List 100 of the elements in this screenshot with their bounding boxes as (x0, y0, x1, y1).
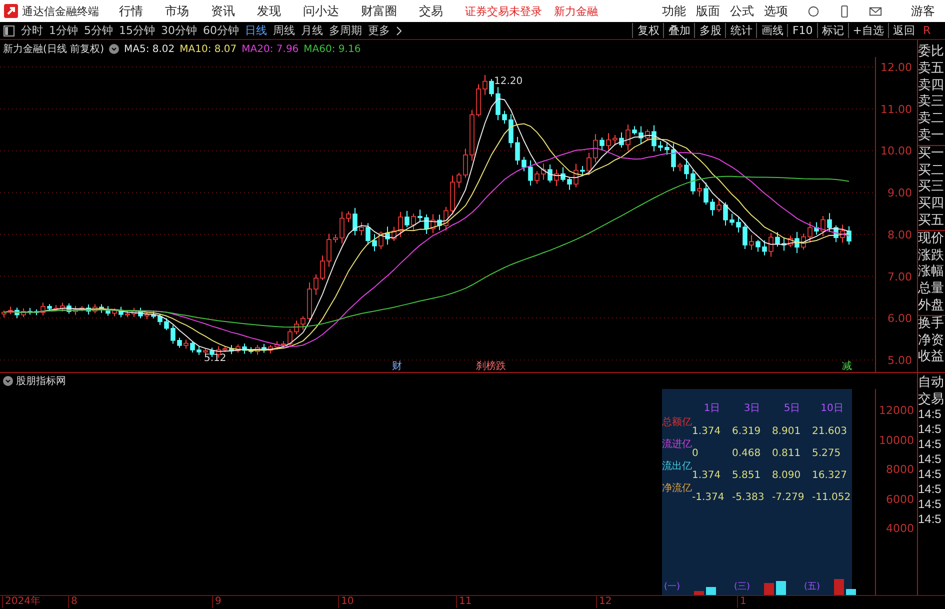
menu-item[interactable]: 行情 (119, 2, 143, 20)
candlestick (476, 84, 481, 117)
candlestick (619, 132, 624, 148)
tool-button[interactable]: +自选 (848, 23, 888, 38)
app-logo-icon (4, 4, 18, 18)
bar-pair-icon (694, 587, 716, 595)
candlestick (834, 224, 838, 243)
period-tab[interactable]: 分时 (21, 23, 43, 38)
quote-label: 外盘 (918, 298, 945, 315)
candlestick (352, 207, 358, 236)
event-mark[interactable]: 减 (842, 361, 852, 372)
table-cell-text: 1.374 (692, 470, 722, 481)
candlestick (626, 124, 630, 152)
candlestick (164, 318, 169, 331)
menu-item[interactable]: 问小达 (303, 2, 339, 20)
period-tab[interactable]: 15分钟 (119, 23, 155, 38)
chevron-right-icon[interactable] (396, 26, 402, 36)
candlestick (840, 224, 845, 244)
menu-item[interactable]: 版面 (696, 2, 720, 20)
candlestick (236, 344, 240, 354)
panel-toggle-icon[interactable] (3, 24, 15, 36)
candlestick (470, 110, 474, 162)
period-tab[interactable]: 更多 (368, 23, 390, 38)
support-icon[interactable] (807, 4, 820, 18)
candlestick (307, 282, 312, 322)
candlestick (170, 324, 176, 344)
trade-header[interactable]: 交易 (918, 390, 945, 407)
mini-bar-label: (一) (664, 581, 680, 593)
period-tab[interactable]: 月线 (301, 23, 323, 38)
table-cell-text: 1.374 (692, 426, 722, 437)
candlestick (450, 175, 455, 215)
candlestick (242, 342, 247, 354)
quote-label: 委比 (918, 44, 945, 61)
dropdown-icon[interactable] (108, 44, 119, 54)
candlestick (294, 320, 299, 335)
menu-item[interactable]: 公式 (730, 2, 754, 20)
menu-item[interactable]: 发现 (257, 2, 281, 20)
tool-button[interactable]: 多股 (694, 23, 726, 38)
column-header: 3日 (742, 402, 762, 415)
column-header: 10日 (820, 402, 844, 415)
price-axis-label: 9.00 (888, 186, 912, 200)
candlestick (372, 234, 377, 252)
row-label: 流进亿 (662, 438, 692, 451)
period-tab[interactable]: 5分钟 (84, 23, 113, 38)
quote-label: 涨跌 (918, 248, 945, 264)
candlestick (14, 307, 20, 319)
quote-label: 卖二 (918, 111, 945, 128)
candlestick (158, 314, 162, 326)
candlestick (697, 182, 702, 198)
mail-icon[interactable] (869, 4, 882, 18)
trade-time: 14:5 (918, 452, 942, 467)
period-tab[interactable]: 60分钟 (203, 23, 239, 38)
menu-item[interactable]: 财富圈 (361, 2, 397, 20)
menu-item[interactable]: 功能 (662, 2, 686, 20)
candlestick (730, 213, 734, 226)
table-cell-text: 0 (692, 448, 700, 459)
candlestick (502, 110, 507, 124)
price-axis-label: 5.00 (888, 354, 912, 368)
menu-item[interactable]: 交易 (419, 2, 443, 20)
period-tab[interactable]: 30分钟 (161, 23, 197, 38)
mini-bar-label: (五) (804, 581, 820, 593)
menu-item[interactable]: 市场 (165, 2, 189, 20)
menu-item[interactable]: 选项 (764, 2, 788, 20)
period-tab[interactable]: 多周期 (329, 23, 362, 38)
table-cell-text: 21.603 (812, 426, 848, 437)
candlestick (268, 344, 273, 354)
tool-button[interactable]: 叠加 (663, 23, 694, 38)
candlestick (255, 344, 260, 356)
table-cell-text: -5.383 (732, 492, 766, 503)
tool-button[interactable]: 标记 (816, 23, 848, 38)
period-tab[interactable]: 周线 (273, 23, 295, 38)
event-mark[interactable]: 财 (392, 361, 402, 372)
trade-header[interactable]: 自动 (918, 373, 945, 390)
notice-text[interactable]: 证券交易未登录 (465, 4, 542, 18)
date-axis-label: 12 (596, 596, 612, 608)
row-label: 流出亿 (662, 460, 692, 473)
row-label: 净流亿 (662, 482, 692, 495)
table-cell-text: 0.811 (772, 448, 802, 459)
candlestick (801, 233, 806, 250)
tool-button[interactable]: 复权 (632, 23, 664, 38)
user-label[interactable]: 游客 (911, 2, 935, 20)
moving-average-value: MA20: 7.96 (242, 44, 299, 54)
tool-button[interactable]: 画线 (756, 23, 788, 38)
tool-button[interactable]: 统计 (725, 23, 756, 38)
menu-item[interactable]: 资讯 (211, 2, 235, 20)
period-tab[interactable]: 日线 (245, 23, 267, 38)
tool-button[interactable]: F10 (787, 24, 817, 37)
notice-text[interactable]: 新力金融 (554, 4, 598, 18)
candlestick (418, 209, 422, 222)
candlestick (222, 346, 228, 352)
event-mark[interactable]: 刹榜跌 (476, 361, 506, 372)
dropdown-icon[interactable] (3, 376, 13, 386)
candlestick (80, 306, 84, 312)
price-axis-label: 11.00 (880, 102, 912, 116)
date-axis-label: 1 (737, 596, 746, 608)
candlestick (411, 213, 416, 232)
period-tab[interactable]: 1分钟 (49, 23, 78, 38)
candlestick (600, 136, 604, 152)
candlestick (820, 215, 826, 237)
tool-button[interactable]: 返回 (888, 23, 919, 38)
